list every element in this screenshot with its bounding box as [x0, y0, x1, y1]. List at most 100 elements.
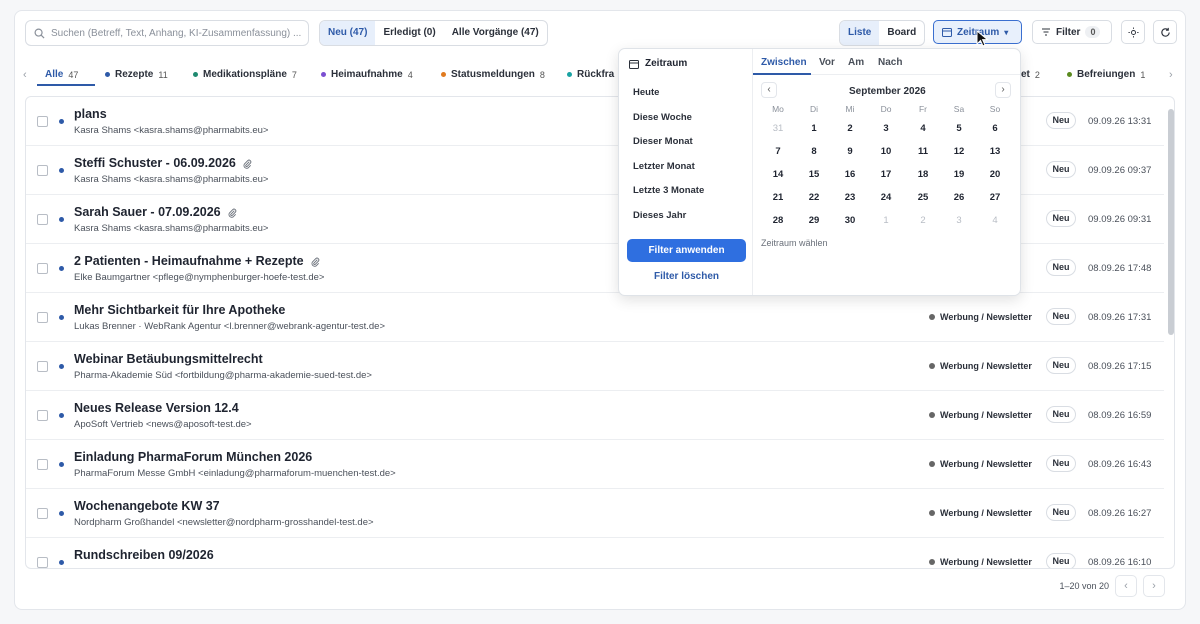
- mode-tab[interactable]: Zwischen: [761, 57, 807, 68]
- chevron-right-icon[interactable]: ›: [1169, 69, 1173, 81]
- clear-filter-button[interactable]: Filter löschen: [627, 271, 746, 282]
- category-tab[interactable]: Heimaufnahme 4: [321, 69, 413, 80]
- table-row[interactable]: Webinar Betäubungsmittelrecht Pharma-Akad…: [26, 342, 1164, 391]
- calendar-day[interactable]: 20: [977, 169, 1013, 180]
- preset-option[interactable]: Diese Woche: [633, 112, 692, 123]
- calendar-day[interactable]: 31: [760, 123, 796, 134]
- category-tab[interactable]: et 2: [1021, 69, 1040, 80]
- calendar-day[interactable]: 16: [832, 169, 868, 180]
- category-tab[interactable]: Medikationspläne 7: [193, 69, 297, 80]
- calendar-day[interactable]: 18: [905, 169, 941, 180]
- calendar-day[interactable]: 21: [760, 192, 796, 203]
- category-label: Medikationspläne: [203, 69, 287, 80]
- category-tab[interactable]: Rezepte 11: [105, 69, 168, 80]
- calendar-day[interactable]: 7: [760, 146, 796, 157]
- category-tab[interactable]: Alle 47: [45, 69, 78, 80]
- next-page-button[interactable]: ›: [1143, 575, 1165, 597]
- calendar-day[interactable]: 24: [868, 192, 904, 203]
- tab-neu[interactable]: Neu (47): [320, 21, 376, 45]
- prev-page-button[interactable]: ‹: [1115, 575, 1137, 597]
- calendar-day[interactable]: 25: [905, 192, 941, 203]
- prev-month-button[interactable]: ‹: [761, 82, 777, 98]
- subject-text: 2 Patienten - Heimaufnahme + Rezepte: [74, 254, 304, 268]
- row-checkbox[interactable]: [37, 557, 48, 568]
- calendar-day[interactable]: 13: [977, 146, 1013, 157]
- calendar-day[interactable]: 1: [868, 215, 904, 226]
- mode-tab[interactable]: Am: [848, 57, 864, 68]
- tab-erledigt[interactable]: Erledigt (0): [375, 21, 443, 45]
- row-checkbox[interactable]: [37, 459, 48, 470]
- table-row[interactable]: Mehr Sichtbarkeit für Ihre Apotheke Lukas…: [26, 293, 1164, 342]
- calendar-day[interactable]: 5: [941, 123, 977, 134]
- calendar-day[interactable]: 2: [832, 123, 868, 134]
- row-sender: Pharma-Akademie Süd <fortbildung@pharma-…: [74, 370, 372, 381]
- mode-tab[interactable]: Vor: [819, 57, 835, 68]
- calendar-day[interactable]: 11: [905, 146, 941, 157]
- search-input[interactable]: Suchen (Betreff, Text, Anhang, KI-Zusamm…: [25, 20, 309, 46]
- next-month-button[interactable]: ›: [995, 82, 1011, 98]
- preset-option[interactable]: Letzte 3 Monate: [633, 185, 704, 196]
- calendar-day[interactable]: 19: [941, 169, 977, 180]
- row-checkbox[interactable]: [37, 214, 48, 225]
- apply-filter-button[interactable]: Filter anwenden: [627, 239, 746, 262]
- calendar-day[interactable]: 12: [941, 146, 977, 157]
- popover-title-text: Zeitraum: [645, 58, 688, 69]
- calendar-day[interactable]: 23: [832, 192, 868, 203]
- row-date: 08.09.26 16:10: [1088, 557, 1152, 568]
- calendar-day[interactable]: 28: [760, 215, 796, 226]
- row-category-tag: Werbung / Newsletter: [929, 312, 1032, 322]
- calendar-day[interactable]: 30: [832, 215, 868, 226]
- page-range: 1–20 von 20: [1059, 581, 1109, 591]
- calendar-day[interactable]: 3: [941, 215, 977, 226]
- row-subject: plans: [74, 107, 107, 121]
- filter-button[interactable]: Filter 0: [1032, 20, 1112, 44]
- theme-toggle-button[interactable]: [1121, 20, 1145, 44]
- preset-option[interactable]: Heute: [633, 87, 659, 98]
- category-tab[interactable]: Rückfra: [567, 69, 614, 80]
- row-checkbox[interactable]: [37, 116, 48, 127]
- mode-tab[interactable]: Nach: [878, 57, 902, 68]
- row-subject: Mehr Sichtbarkeit für Ihre Apotheke: [74, 303, 285, 317]
- calendar-day[interactable]: 22: [796, 192, 832, 203]
- tab-alle-vorgaenge[interactable]: Alle Vorgänge (47): [444, 21, 547, 45]
- calendar-day[interactable]: 2: [905, 215, 941, 226]
- calendar-day[interactable]: 26: [941, 192, 977, 203]
- calendar-day[interactable]: 4: [977, 215, 1013, 226]
- refresh-button[interactable]: [1153, 20, 1177, 44]
- row-checkbox[interactable]: [37, 361, 48, 372]
- calendar-day[interactable]: 15: [796, 169, 832, 180]
- calendar-day[interactable]: 14: [760, 169, 796, 180]
- preset-option[interactable]: Dieses Jahr: [633, 210, 686, 221]
- view-board[interactable]: Board: [879, 21, 924, 45]
- row-category-tag: Werbung / Newsletter: [929, 410, 1032, 420]
- calendar-day[interactable]: 17: [868, 169, 904, 180]
- table-row[interactable]: Einladung PharmaForum München 2026 Pharma…: [26, 440, 1164, 489]
- row-checkbox[interactable]: [37, 165, 48, 176]
- row-checkbox[interactable]: [37, 410, 48, 421]
- table-row[interactable]: Rundschreiben 09/2026 Werbung / Newslette…: [26, 538, 1164, 568]
- calendar-day[interactable]: 6: [977, 123, 1013, 134]
- calendar-day[interactable]: 1: [796, 123, 832, 134]
- table-row[interactable]: Wochenangebote KW 37 Nordpharm Großhandel…: [26, 489, 1164, 538]
- view-liste[interactable]: Liste: [840, 21, 880, 45]
- subject-text: plans: [74, 107, 107, 121]
- preset-option[interactable]: Dieser Monat: [633, 136, 693, 147]
- calendar-day[interactable]: 8: [796, 146, 832, 157]
- calendar-day[interactable]: 9: [832, 146, 868, 157]
- calendar-day[interactable]: 29: [796, 215, 832, 226]
- preset-option[interactable]: Letzter Monat: [633, 161, 695, 172]
- row-checkbox[interactable]: [37, 312, 48, 323]
- scrollbar[interactable]: [1168, 109, 1174, 335]
- subject-text: Neues Release Version 12.4: [74, 401, 239, 415]
- calendar-day[interactable]: 27: [977, 192, 1013, 203]
- filter-count: 0: [1085, 26, 1101, 38]
- calendar-day[interactable]: 4: [905, 123, 941, 134]
- category-tab[interactable]: Befreiungen 1: [1067, 69, 1145, 80]
- table-row[interactable]: Neues Release Version 12.4 ApoSoft Vertri…: [26, 391, 1164, 440]
- row-checkbox[interactable]: [37, 508, 48, 519]
- calendar-day[interactable]: 10: [868, 146, 904, 157]
- category-tab[interactable]: Statusmeldungen 8: [441, 69, 545, 80]
- row-checkbox[interactable]: [37, 263, 48, 274]
- calendar-icon: [942, 28, 952, 37]
- calendar-day[interactable]: 3: [868, 123, 904, 134]
